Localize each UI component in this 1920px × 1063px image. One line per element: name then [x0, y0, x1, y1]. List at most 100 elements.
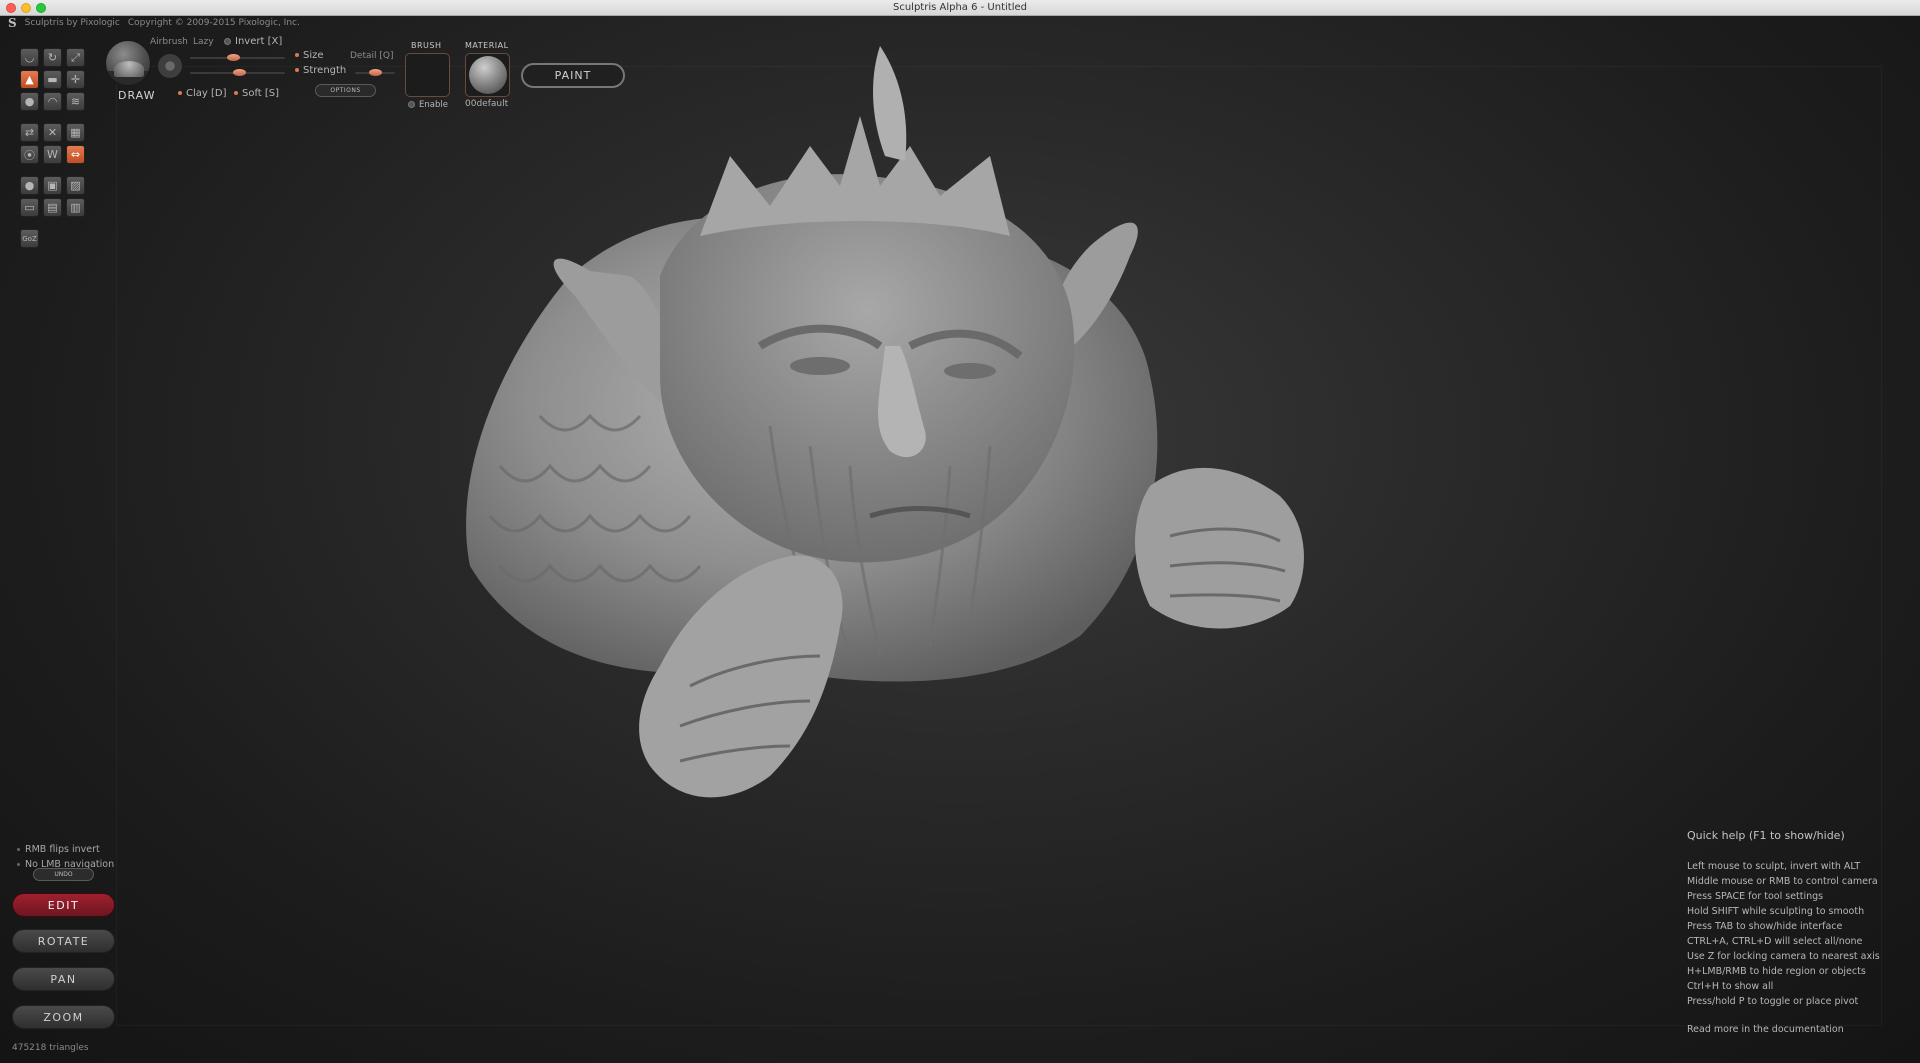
invert-label: Invert [X] — [235, 36, 283, 47]
wireframe-tool-button[interactable]: ⦿ — [20, 145, 39, 164]
lazy-label[interactable]: Lazy — [193, 37, 214, 47]
flatten-tool-icon: ▬ — [47, 73, 58, 86]
reduce-tool-icon: ▦ — [70, 126, 81, 139]
lmb-bullet-icon — [17, 863, 20, 866]
quick-help-line: CTRL+A, CTRL+D will select all/none — [1687, 936, 1863, 947]
plane-tool-button[interactable]: ▭ — [20, 198, 39, 217]
quick-help-line: Press/hold P to toggle or place pivot — [1687, 996, 1859, 1007]
export-tool-icon: ▥ — [70, 201, 81, 214]
quick-help-line: Ctrl+H to show all — [1687, 981, 1774, 992]
soft-dot-icon — [234, 91, 238, 95]
save-tool-icon: ▤ — [47, 201, 58, 214]
alpha-icon[interactable] — [157, 53, 183, 79]
brush-preview-icon[interactable] — [105, 40, 151, 86]
documentation-link[interactable]: Read more in the documentation — [1687, 1024, 1880, 1035]
smooth-tool-icon: ≋ — [70, 95, 81, 108]
app-info: S Sculptris by Pixologic Copyright © 200… — [8, 16, 300, 30]
soft-option[interactable]: Soft [S] — [234, 88, 279, 99]
strength-slider-knob[interactable] — [233, 69, 246, 76]
undo-button[interactable]: UNDO — [33, 868, 94, 881]
enable-checkbox-icon[interactable] — [408, 101, 415, 108]
quick-help-title: Quick help (F1 to show/hide) — [1687, 829, 1845, 842]
pan-button[interactable]: PAN — [12, 967, 115, 991]
brush-swatch[interactable] — [405, 53, 450, 97]
flatten-tool-button[interactable]: ▬ — [43, 70, 62, 89]
model-horn — [873, 46, 907, 161]
detail-label[interactable]: Detail [Q] — [350, 51, 393, 61]
strength-label: Strength — [303, 65, 347, 76]
w-tool-button[interactable]: W — [43, 145, 62, 164]
image-tool-button[interactable]: ▨ — [66, 176, 85, 195]
scale-tool-button[interactable]: ⤢ — [66, 48, 85, 67]
save-tool-button[interactable]: ▤ — [43, 198, 62, 217]
zoom-window-button[interactable] — [36, 3, 46, 13]
sculpt-viewport[interactable]: S Sculptris by Pixologic Copyright © 200… — [0, 16, 1920, 1063]
invert-toggle[interactable]: Invert [X] — [224, 36, 282, 47]
symmetry-tool-button[interactable]: ⇄ — [20, 123, 39, 142]
rmb-flips-invert-option[interactable]: RMB flips invert — [17, 844, 100, 855]
grab-tool-button[interactable]: ✛ — [66, 70, 85, 89]
smooth-tool-button[interactable]: ≋ — [66, 92, 85, 111]
paint-mode-button[interactable]: PAINT — [521, 63, 625, 88]
detail-slider-knob[interactable] — [369, 69, 382, 76]
clay-dot-icon — [178, 91, 182, 95]
airbrush-label[interactable]: Airbrush — [150, 37, 188, 47]
grab-tool-icon: ✛ — [70, 73, 81, 86]
close-window-button[interactable] — [6, 3, 16, 13]
quick-help-lines: Left mouse to sculpt, invert with ALT Mid… — [1687, 859, 1880, 1009]
quick-help-panel: Quick help (F1 to show/hide) Left mouse … — [1687, 829, 1880, 1035]
rotate-tool-button[interactable]: ↻ — [43, 48, 62, 67]
edit-button[interactable]: EDIT — [12, 893, 115, 917]
material-sphere-icon — [468, 56, 507, 94]
sphere-tool-icon: ● — [24, 179, 35, 192]
current-tool-label: DRAW — [118, 89, 156, 102]
size-slider-knob[interactable] — [227, 54, 240, 61]
goz-tool-button[interactable]: GoZ — [20, 229, 39, 248]
app-name: Sculptris by Pixologic — [24, 18, 120, 28]
mask-tool-button[interactable]: ✕ — [43, 123, 62, 142]
quick-help-line: Middle mouse or RMB to control camera — [1687, 876, 1878, 887]
inflate-tool-icon: ● — [24, 95, 35, 108]
mirror-tool-button[interactable]: ⇔ — [66, 145, 85, 164]
strength-dot-icon — [295, 68, 299, 72]
material-swatch[interactable] — [465, 53, 510, 97]
rotate-tool-icon: ↻ — [47, 51, 58, 64]
quick-help-line: Hold SHIFT while sculpting to smooth — [1687, 906, 1865, 917]
rotate-button[interactable]: ROTATE — [12, 929, 115, 953]
invert-checkbox-icon[interactable] — [224, 37, 231, 45]
quick-help-line: Press SPACE for tool settings — [1687, 891, 1824, 902]
size-option[interactable]: Size — [295, 50, 324, 61]
draw-tool-icon: ▲ — [25, 73, 34, 86]
strength-option[interactable]: Strength — [295, 65, 346, 76]
draw-tool-button[interactable]: ▲ — [20, 70, 39, 89]
reduce-tool-button[interactable]: ▦ — [66, 123, 85, 142]
camera-tool-button[interactable]: ▣ — [43, 176, 62, 195]
pinch-tool-button[interactable]: ◠ — [43, 92, 62, 111]
quick-help-line: Use Z for locking camera to nearest axis — [1687, 951, 1880, 962]
rmb-bullet-icon — [17, 848, 20, 851]
soft-label: Soft [S] — [242, 88, 280, 99]
sculpt-model[interactable] — [430, 46, 1480, 846]
export-tool-button[interactable]: ▥ — [66, 198, 85, 217]
inflate-tool-button[interactable]: ● — [20, 92, 39, 111]
rmb-flips-label: RMB flips invert — [25, 844, 100, 855]
triangle-count: 475218 triangles — [12, 1043, 89, 1053]
crease-tool-button[interactable]: ◡ — [20, 48, 39, 67]
mirror-tool-icon: ⇔ — [70, 148, 81, 161]
minimize-window-button[interactable] — [21, 3, 31, 13]
clay-option[interactable]: Clay [D] — [178, 88, 227, 99]
material-name: 00default — [465, 99, 509, 109]
pinch-tool-icon: ◠ — [47, 95, 58, 108]
window-titlebar: Sculptris Alpha 6 - Untitled — [0, 0, 1920, 16]
quick-help-line: Press TAB to show/hide interface — [1687, 921, 1843, 932]
options-button[interactable]: OPTIONS — [315, 84, 376, 97]
sphere-tool-button[interactable]: ● — [20, 176, 39, 195]
goz-tool-icon: GoZ — [22, 234, 37, 243]
camera-tool-icon: ▣ — [47, 179, 58, 192]
app-copyright: Copyright © 2009-2015 Pixologic, Inc. — [127, 18, 300, 28]
size-label: Size — [303, 50, 324, 61]
zoom-button[interactable]: ZOOM — [12, 1005, 115, 1029]
brush-enable-toggle[interactable]: Enable — [408, 100, 448, 110]
wireframe-tool-icon: ⦿ — [24, 148, 35, 162]
clay-label: Clay [D] — [186, 88, 227, 99]
